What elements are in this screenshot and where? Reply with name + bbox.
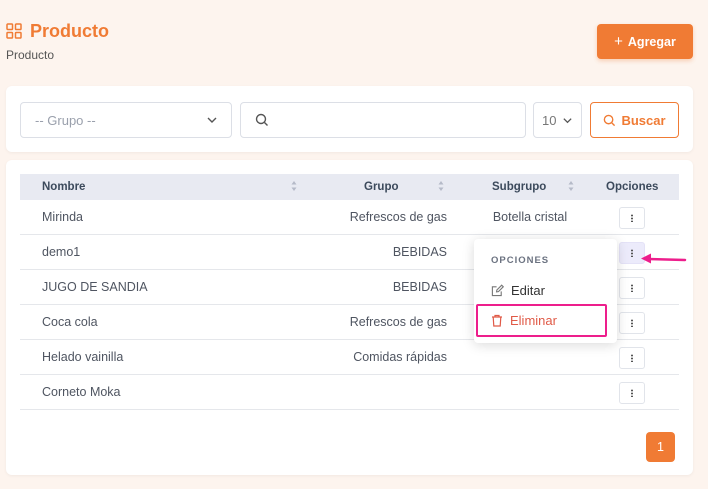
- cell-nombre: Helado vainilla: [42, 350, 124, 364]
- kebab-icon: [631, 284, 633, 292]
- cell-nombre: demo1: [42, 245, 81, 259]
- sort-icon[interactable]: [438, 180, 444, 192]
- plus-icon: +: [614, 33, 623, 50]
- search-button-label: Buscar: [621, 112, 666, 128]
- cell-grupo: Refrescos de gas: [349, 315, 447, 329]
- cell-nombre: Coca cola: [42, 315, 98, 329]
- chevron-down-icon: [563, 118, 572, 124]
- cell-grupo: BEBIDAS: [392, 280, 447, 294]
- cell-nombre: Corneto Moka: [42, 385, 121, 399]
- table-row: Mirinda Refrescos de gas Botella cristal: [20, 200, 679, 235]
- cell-nombre: JUGO DE SANDIA: [42, 280, 148, 294]
- sort-icon[interactable]: [291, 180, 297, 192]
- kebab-icon: [631, 249, 633, 257]
- kebab-icon: [631, 389, 633, 397]
- menu-item-edit[interactable]: Editar: [491, 283, 545, 298]
- column-header-nombre[interactable]: Nombre: [42, 181, 85, 193]
- add-button-label: Agregar: [627, 34, 676, 49]
- page-size-value: 10: [542, 112, 557, 128]
- row-options-button[interactable]: [619, 347, 645, 369]
- cell-grupo: Comidas rápidas: [353, 350, 447, 364]
- add-button[interactable]: + Agregar: [597, 24, 693, 59]
- sort-icon[interactable]: [568, 180, 574, 192]
- cell-grupo: BEBIDAS: [392, 245, 447, 259]
- arrow-icon: [641, 253, 687, 264]
- pagination-page[interactable]: 1: [646, 432, 675, 462]
- table-header: Nombre Grupo Subgrupo Opciones: [20, 174, 679, 200]
- group-select-value: -- Grupo --: [35, 112, 96, 128]
- menu-item-edit-label: Editar: [511, 283, 545, 298]
- edit-icon: [491, 284, 504, 297]
- breadcrumb: Producto: [6, 48, 55, 62]
- search-icon: [255, 113, 268, 126]
- group-select[interactable]: -- Grupo --: [20, 102, 232, 138]
- highlight-box: [476, 304, 607, 337]
- search-button[interactable]: Buscar: [590, 102, 679, 138]
- row-options-button[interactable]: [619, 207, 645, 229]
- page-size-select[interactable]: 10: [533, 102, 582, 138]
- table-row: Corneto Moka: [20, 375, 679, 410]
- column-header-opciones: Opciones: [606, 181, 659, 193]
- cell-subgrupo: Botella cristal: [492, 210, 568, 224]
- search-input[interactable]: [277, 111, 517, 129]
- search-icon: [604, 114, 616, 126]
- menu-heading: OPCIONES: [491, 255, 550, 266]
- row-options-button[interactable]: [619, 382, 645, 404]
- filter-card: -- Grupo -- 10 Buscar: [6, 86, 693, 152]
- row-options-button[interactable]: [619, 312, 645, 334]
- page-title: Producto: [30, 21, 109, 41]
- kebab-icon: [631, 214, 633, 222]
- kebab-icon: [631, 354, 633, 362]
- kebab-icon: [631, 319, 633, 327]
- column-header-subgrupo[interactable]: Subgrupo: [492, 181, 546, 193]
- table-row: Helado vainilla Comidas rápidas: [20, 340, 679, 375]
- row-options-button[interactable]: [619, 277, 645, 299]
- cell-nombre: Mirinda: [42, 210, 83, 224]
- search-field[interactable]: [240, 102, 526, 138]
- chevron-down-icon: [207, 117, 217, 123]
- cell-grupo: Refrescos de gas: [349, 210, 447, 224]
- grid-icon: [6, 23, 22, 39]
- column-header-grupo[interactable]: Grupo: [364, 181, 399, 193]
